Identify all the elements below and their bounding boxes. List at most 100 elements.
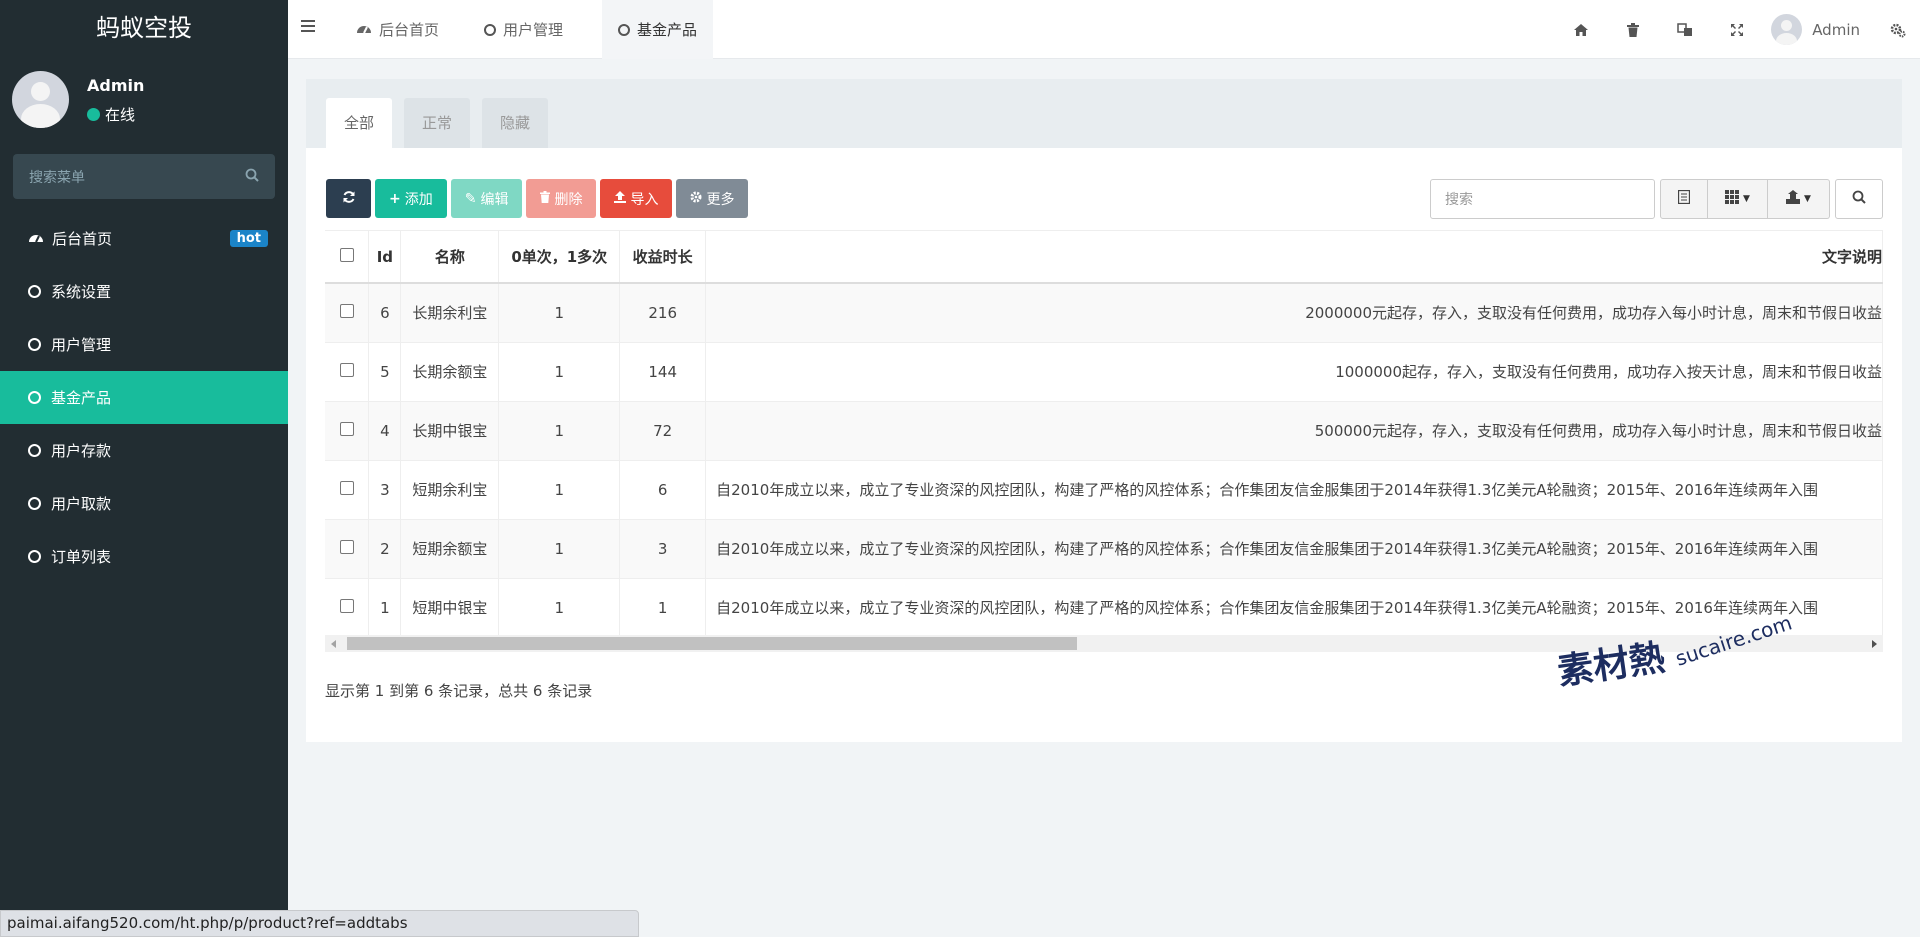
sidebar-item-label: 订单列表: [51, 548, 112, 566]
row-checkbox[interactable]: [339, 303, 354, 318]
select-all-checkbox[interactable]: [339, 247, 354, 262]
watermark-main: 素材熱: [1554, 637, 1668, 694]
cell-mode: 1: [498, 459, 621, 519]
top-toolbar: Admin: [1555, 0, 1920, 59]
sidebar-item-system-settings[interactable]: 系统设置: [0, 265, 288, 318]
cell-id: 6: [368, 282, 402, 342]
cell-id: 4: [368, 400, 402, 460]
tab-normal[interactable]: 正常: [404, 98, 471, 148]
table-search-input[interactable]: 搜索: [1430, 179, 1655, 219]
column-header[interactable]: Id: [368, 231, 402, 284]
online-dot-icon: [87, 108, 100, 121]
scroll-left-arrow-icon[interactable]: [331, 640, 336, 648]
trash-icon: [540, 190, 551, 207]
home-icon[interactable]: [1555, 0, 1607, 59]
cell-mode: 1: [498, 400, 621, 460]
import-label: 导入: [630, 191, 659, 208]
search-icon[interactable]: [245, 168, 259, 186]
row-checkbox[interactable]: [339, 480, 354, 495]
circle-icon: [28, 285, 41, 298]
sidebar-menu: 后台首页 hot 系统设置 用户管理 基金产品 用户存款 用户取款 订单列表: [0, 212, 288, 583]
column-header[interactable]: 名称: [400, 231, 500, 284]
circle-icon: [484, 23, 496, 36]
cell-duration: 216: [619, 282, 707, 342]
upload-icon: [614, 190, 627, 207]
table-row[interactable]: 2 短期余额宝 1 3 自2010年成立以来，成立了专业资深的风控团队，构建了严…: [325, 518, 1883, 578]
refresh-icon: [342, 190, 356, 208]
toggle-view-button[interactable]: [1660, 179, 1708, 219]
sidebar-item-label: 系统设置: [51, 283, 112, 301]
top-user-menu[interactable]: Admin: [1763, 14, 1876, 45]
column-header[interactable]: 收益时长: [619, 231, 707, 284]
cell-duration: 6: [619, 459, 707, 519]
tab-dashboard[interactable]: 后台首页: [340, 0, 455, 59]
panel-tabs: 全部 正常 隐藏: [306, 79, 1902, 148]
refresh-button[interactable]: [326, 179, 371, 218]
table-row[interactable]: 6 长期余利宝 1 216 2000000元起存，存入，支取没有任何费用，成功存…: [325, 282, 1883, 342]
more-label: 更多: [706, 191, 735, 208]
column-header[interactable]: 0单次，1多次: [498, 231, 621, 284]
export-icon: [1786, 190, 1801, 208]
tab-fund-products[interactable]: 基金产品: [602, 0, 714, 59]
cell-id: 1: [368, 577, 402, 635]
menu-toggle-icon[interactable]: [300, 18, 316, 38]
table-row[interactable]: 4 长期中银宝 1 72 500000元起存，存入，支取没有任何费用，成功存入每…: [325, 400, 1883, 460]
table-row[interactable]: 1 短期中银宝 1 1 自2010年成立以来，成立了专业资深的风控团队，构建了严…: [325, 577, 1883, 635]
add-button[interactable]: + 添加: [375, 179, 447, 218]
gear-icon: [690, 191, 702, 207]
translate-icon[interactable]: [1659, 0, 1711, 59]
tab-users[interactable]: 用户管理: [468, 0, 579, 59]
gears-icon[interactable]: [1876, 0, 1920, 59]
row-checkbox[interactable]: [339, 598, 354, 613]
circle-icon: [28, 391, 41, 404]
table-row[interactable]: 5 长期余额宝 1 144 1000000起存，存入，支取没有任何费用，成功存入…: [325, 341, 1883, 401]
table-row[interactable]: 3 短期余利宝 1 6 自2010年成立以来，成立了专业资深的风控团队，构建了严…: [325, 459, 1883, 519]
browser-status-bar: paimai.aifang520.com/ht.php/p/product?re…: [0, 910, 639, 937]
sidebar-item-deposits[interactable]: 用户存款: [0, 424, 288, 477]
app-logo[interactable]: 蚂蚁空投: [0, 0, 288, 56]
cell-mode: 1: [498, 518, 621, 578]
circle-icon: [28, 444, 41, 457]
sidebar: 蚂蚁空投 Admin 在线 搜索菜单 后台首页 hot 系统设置 用户管理 基金…: [0, 0, 288, 937]
row-checkbox[interactable]: [339, 539, 354, 554]
scrollbar-thumb[interactable]: [347, 637, 1077, 650]
delete-button[interactable]: 删除: [526, 179, 597, 218]
more-button[interactable]: 更多: [676, 179, 749, 218]
cell-name: 短期余利宝: [400, 459, 500, 519]
circle-icon: [28, 338, 41, 351]
scroll-right-arrow-icon[interactable]: [1872, 640, 1877, 648]
tab-all[interactable]: 全部: [326, 98, 393, 148]
column-header[interactable]: 文字说明: [705, 231, 1883, 284]
circle-icon: [28, 550, 41, 563]
sidebar-item-label: 基金产品: [51, 389, 112, 407]
edit-button[interactable]: ✎ 编辑: [450, 179, 523, 218]
row-checkbox[interactable]: [339, 421, 354, 436]
import-button[interactable]: 导入: [600, 179, 673, 218]
trash-icon[interactable]: [1607, 0, 1659, 59]
table-header-row: Id 名称 0单次，1多次 收益时长 文字说明: [325, 231, 1883, 284]
search-button[interactable]: [1835, 179, 1883, 219]
export-button[interactable]: ▼: [1768, 179, 1830, 219]
cell-duration: 72: [619, 400, 707, 460]
view-tools: ▼ ▼: [1660, 179, 1830, 219]
cell-mode: 1: [498, 282, 621, 342]
columns-button[interactable]: ▼: [1708, 179, 1768, 219]
caret-down-icon: ▼: [1804, 194, 1811, 204]
select-all-cell[interactable]: [325, 231, 370, 284]
sidebar-item-dashboard[interactable]: 后台首页 hot: [0, 212, 288, 265]
search-placeholder: 搜索: [1445, 192, 1473, 208]
sidebar-item-withdrawals[interactable]: 用户取款: [0, 477, 288, 530]
menu-search-input[interactable]: 搜索菜单: [13, 154, 275, 199]
cell-duration: 3: [619, 518, 707, 578]
row-checkbox[interactable]: [339, 362, 354, 377]
sidebar-item-users[interactable]: 用户管理: [0, 318, 288, 371]
sidebar-item-fund-products[interactable]: 基金产品: [0, 371, 288, 424]
fullscreen-icon[interactable]: [1711, 0, 1763, 59]
cell-description: 自2010年成立以来，成立了专业资深的风控团队，构建了严格的风控体系；合作集团友…: [705, 518, 1883, 578]
cell-name: 长期中银宝: [400, 400, 500, 460]
table-toolbar: + 添加 ✎ 编辑 删除 导入 更多: [326, 179, 749, 218]
cell-duration: 1: [619, 577, 707, 635]
tab-hidden[interactable]: 隐藏: [482, 98, 549, 148]
sidebar-item-orders[interactable]: 订单列表: [0, 530, 288, 583]
avatar: [1771, 14, 1803, 45]
